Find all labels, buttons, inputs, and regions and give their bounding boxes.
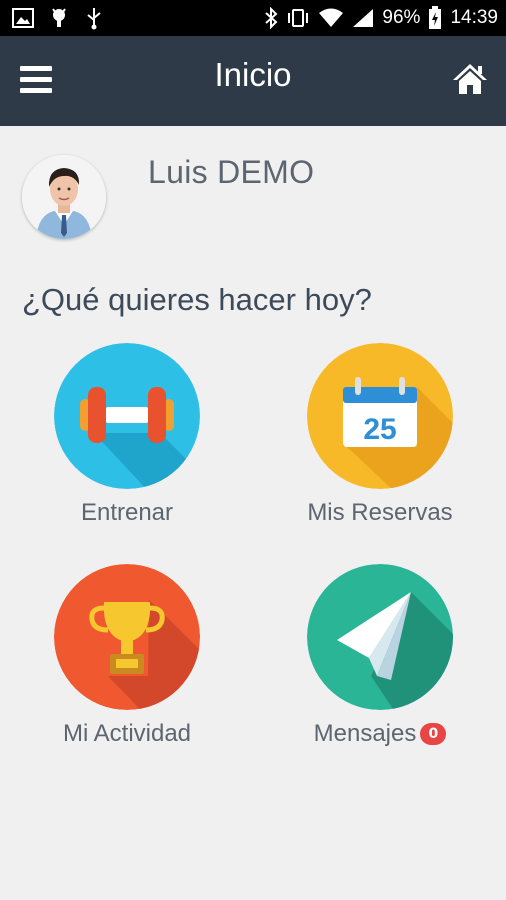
calendar-icon[interactable]: 25 <box>307 343 453 489</box>
calendar-day: 25 <box>363 413 396 446</box>
avatar[interactable] <box>22 155 106 239</box>
vibrate-icon <box>288 9 309 27</box>
usb-notification-icon <box>87 8 101 30</box>
wifi-icon <box>319 8 344 27</box>
tile-entrenar[interactable]: Entrenar <box>27 343 227 527</box>
tile-label-mi-actividad: Mi Actividad <box>62 720 192 747</box>
tile-label-mensajes-row: Mensajes 0 <box>280 720 480 748</box>
battery-charging-icon <box>429 6 442 29</box>
tile-label-mensajes: Mensajes <box>313 720 417 747</box>
tile-mensajes[interactable]: Mensajes 0 <box>280 564 480 748</box>
paper-plane-icon[interactable] <box>307 564 453 710</box>
status-bar: 96% 14:39 <box>0 0 506 36</box>
android-notification-icon <box>52 8 66 27</box>
tile-label-mis-reservas: Mis Reservas <box>307 499 453 526</box>
tile-mis-reservas[interactable]: 25 Mis Reservas <box>280 343 480 527</box>
clock: 14:39 <box>450 7 498 28</box>
app-bar: Inicio <box>0 36 506 126</box>
user-name: Luis DEMO <box>148 154 315 190</box>
bluetooth-icon <box>265 7 278 29</box>
tile-label-entrenar: Entrenar <box>80 499 174 526</box>
unread-badge: 0 <box>420 723 447 745</box>
dumbbell-icon[interactable] <box>54 343 200 489</box>
home-icon[interactable] <box>452 62 488 96</box>
trophy-icon[interactable] <box>54 564 200 710</box>
cell-signal-icon <box>353 9 374 27</box>
page-title: Inicio <box>214 56 292 93</box>
battery-percent: 96% <box>382 7 421 28</box>
gallery-notification-icon <box>12 8 34 28</box>
prompt-heading: ¿Qué quieres hacer hoy? <box>22 282 372 317</box>
tile-mi-actividad[interactable]: Mi Actividad <box>27 564 227 748</box>
